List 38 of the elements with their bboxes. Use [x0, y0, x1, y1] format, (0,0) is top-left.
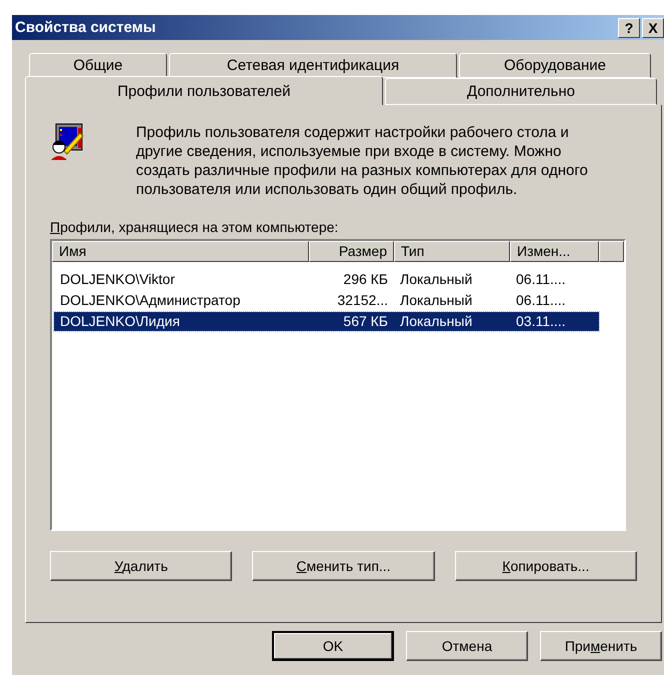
table-cell-text: 06.11.... [515, 270, 567, 289]
table-row[interactable]: DOLJENKO\Viktor 296 КБ Локальный 06.11.... [54, 270, 599, 289]
table-cell-text: DOLJENKO\Лидия [59, 312, 181, 331]
profile-button[interactable]: Копировать... [454, 551, 637, 581]
dialog-button[interactable]: OK [272, 631, 394, 661]
user-profile-icon [50, 123, 84, 161]
column-header[interactable]: Размер [309, 241, 394, 262]
column-header[interactable]: Тип [394, 241, 510, 262]
profile-button[interactable]: Удалить [50, 551, 232, 581]
table-row[interactable]: DOLJENKO\Администратор 32152... Локальный 06.11.... [54, 291, 599, 310]
table-cell-text: 06.11.... [515, 291, 567, 310]
tab[interactable]: Профили пользователей [25, 76, 383, 105]
column-header[interactable]: Измен... [510, 241, 599, 262]
column-header [599, 241, 624, 262]
column-header[interactable]: Имя [52, 241, 309, 262]
table-row[interactable]: DOLJENKO\Лидия 567 КБ Локальный 03.11.... [54, 312, 599, 331]
table-cell-text: Локальный [399, 270, 474, 289]
window-title: Свойства системы [15, 19, 157, 36]
table-cell-text: 296 КБ [342, 270, 389, 289]
table-cell-text: 03.11.... [515, 312, 567, 331]
tab[interactable]: Дополнительно [385, 78, 657, 105]
profile-button[interactable]: Сменить тип... [252, 551, 435, 581]
help-button[interactable]: ? [618, 18, 640, 38]
tab[interactable]: Оборудование [459, 53, 651, 78]
table-cell-text: Локальный [399, 312, 474, 331]
close-button[interactable]: X [642, 18, 664, 38]
description-text: Профиль пользователя содержит настройки рабочего стола и другие сведения, используемые при входе в систему. Можно создать различные профили на разных компьютерах для одного пользователя или использовать один общий профиль. [136, 123, 589, 199]
profiles-list[interactable]: Имя Размер Тип Измен... DOLJENKO\Viktor 296 КБ Локальный 06.11.... DOLJENKO\Администратор 32152... Локальный 06.11.... DOLJENKO\Лидия 567 КБ Локальный 03.11.... [50, 239, 626, 531]
tab[interactable]: Сетевая идентификация [169, 53, 457, 78]
table-cell-text: DOLJENKO\Администратор [59, 291, 242, 310]
table-cell-text: Локальный [399, 291, 474, 310]
table-cell-text: 567 КБ [342, 312, 389, 331]
table-cell-text: 32152... [336, 291, 389, 310]
dialog-button[interactable]: Применить [540, 631, 662, 661]
table-cell-text: DOLJENKO\Viktor [59, 270, 176, 289]
list-label: Профили, хранящиеся на этом компьютере: [50, 219, 340, 235]
tab[interactable]: Общие [29, 53, 167, 78]
dialog-button[interactable]: Отмена [406, 631, 528, 661]
